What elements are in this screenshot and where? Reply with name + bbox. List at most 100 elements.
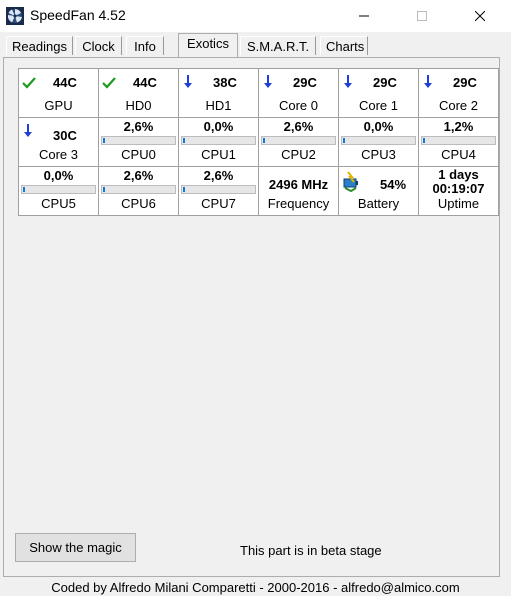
uptime-time: 00:19:07 <box>432 181 485 196</box>
speedfan-app-icon <box>6 7 24 25</box>
cpu-load-bar <box>21 185 96 194</box>
cpu-label: CPU7 <box>201 196 236 211</box>
title-bar[interactable]: SpeedFan 4.52 <box>0 0 511 32</box>
battery-label: Battery <box>357 196 400 211</box>
cpu-load-bar <box>341 136 416 145</box>
sensor-core0: 29C Core 0 <box>259 69 338 117</box>
sensor-frequency: 2496 MHz Frequency <box>259 167 338 215</box>
cpu-load-bar <box>101 136 176 145</box>
sensor-grid: 44C GPU 44C HD0 38C HD1 29C Core 0 29C C… <box>18 68 499 216</box>
cpu-label: CPU6 <box>121 196 156 211</box>
cpu-label: CPU4 <box>441 147 476 162</box>
cpu-load-fill <box>343 138 345 143</box>
sensor-core1: 29C Core 1 <box>339 69 418 117</box>
cpu-load-bar <box>181 136 256 145</box>
cpu-cell: 0,0% CPU5 <box>19 167 98 215</box>
tab-bar: Readings Clock Info Exotics S.M.A.R.T. C… <box>0 32 511 58</box>
cpu-load-value: 0,0% <box>43 168 74 183</box>
sensor-battery: 54% Battery <box>339 167 418 215</box>
cpu-load-value: 2,6% <box>123 119 154 134</box>
sensor-core2: 29C Core 2 <box>419 69 498 117</box>
minimize-button[interactable] <box>341 0 387 32</box>
cpu-cell: 0,0% CPU3 <box>339 118 418 166</box>
cpu-label: CPU2 <box>281 147 316 162</box>
sensor-label: Core 1 <box>358 98 399 113</box>
sensor-label: GPU <box>44 98 73 113</box>
tab-smart[interactable]: S.M.A.R.T. <box>240 36 316 55</box>
frequency-value: 2496 MHz <box>268 177 329 192</box>
cpu-load-fill <box>423 138 425 143</box>
cpu-cell: 1,2% CPU4 <box>419 118 498 166</box>
minimize-icon <box>359 15 369 17</box>
footer-credits: Coded by Alfredo Milani Comparetti - 200… <box>51 580 460 595</box>
cpu-cell: 2,6% CPU7 <box>179 167 258 215</box>
arrow-down-icon <box>184 75 192 88</box>
cpu-load-bar <box>261 136 336 145</box>
cpu-load-fill <box>103 187 105 192</box>
cpu-load-fill <box>183 138 185 143</box>
cpu-load-bar <box>421 136 496 145</box>
cpu-load-value: 0,0% <box>203 119 234 134</box>
cpu-load-value: 2,6% <box>123 168 154 183</box>
sensor-label: Core 2 <box>438 98 479 113</box>
sensor-value: 44C <box>133 75 157 90</box>
cpu-cell: 2,6% CPU0 <box>99 118 178 166</box>
cpu-load-value: 0,0% <box>363 119 394 134</box>
cpu-load-fill <box>263 138 265 143</box>
check-icon <box>102 77 116 89</box>
speedfan-window: SpeedFan 4.52 Readings Clock Info Exotic… <box>0 0 511 596</box>
check-icon <box>22 77 36 89</box>
arrow-down-icon <box>424 75 432 88</box>
sensor-label: Core 0 <box>278 98 319 113</box>
sensor-value: 44C <box>53 75 77 90</box>
cpu-load-value: 1,2% <box>443 119 474 134</box>
maximize-button[interactable] <box>399 0 445 32</box>
cpu-load-bar <box>101 185 176 194</box>
cpu-load-bar <box>181 185 256 194</box>
cpu-cell: 0,0% CPU1 <box>179 118 258 166</box>
sensor-value: 29C <box>293 75 317 90</box>
sensor-core3: 30C Core 3 <box>19 118 98 166</box>
tab-charts[interactable]: Charts <box>320 36 368 55</box>
cpu-cell: 2,6% CPU6 <box>99 167 178 215</box>
sensor-value: 29C <box>373 75 397 90</box>
cpu-load-fill <box>23 187 25 192</box>
sensor-hd1: 38C HD1 <box>179 69 258 117</box>
cpu-load-fill <box>183 187 185 192</box>
cpu-label: CPU5 <box>41 196 76 211</box>
cpu-load-fill <box>103 138 105 143</box>
arrow-down-icon <box>264 75 272 88</box>
tab-clock[interactable]: Clock <box>75 36 122 55</box>
maximize-icon <box>417 11 427 21</box>
sensor-hd0: 44C HD0 <box>99 69 178 117</box>
close-icon <box>475 11 485 21</box>
sensor-gpu: 44C GPU <box>19 69 98 117</box>
cpu-label: CPU1 <box>201 147 236 162</box>
close-button[interactable] <box>457 0 503 32</box>
tab-exotics[interactable]: Exotics <box>178 33 238 57</box>
cpu-label: CPU3 <box>361 147 396 162</box>
frequency-label: Frequency <box>267 196 330 211</box>
sensor-label: HD0 <box>125 98 152 113</box>
tab-readings[interactable]: Readings <box>6 36 73 55</box>
sensor-value: 38C <box>213 75 237 90</box>
uptime-days: 1 days <box>438 167 479 182</box>
sensor-value: 29C <box>453 75 477 90</box>
beta-notice: This part is in beta stage <box>240 543 382 558</box>
battery-value: 54% <box>380 177 407 192</box>
battery-plug-icon <box>343 171 358 192</box>
uptime-label: Uptime <box>437 196 480 211</box>
show-the-magic-button[interactable]: Show the magic <box>15 533 136 562</box>
sensor-label: Core 3 <box>38 147 79 162</box>
cpu-label: CPU0 <box>121 147 156 162</box>
window-title: SpeedFan 4.52 <box>30 7 126 23</box>
sensor-uptime: 1 days 00:19:07 Uptime <box>419 167 498 215</box>
cpu-cell: 2,6% CPU2 <box>259 118 338 166</box>
tab-info[interactable]: Info <box>126 36 164 55</box>
sensor-value: 30C <box>53 128 77 143</box>
arrow-down-icon <box>344 75 352 88</box>
sensor-label: HD1 <box>205 98 232 113</box>
cpu-load-value: 2,6% <box>203 168 234 183</box>
cpu-load-value: 2,6% <box>283 119 314 134</box>
arrow-down-icon <box>24 124 32 137</box>
